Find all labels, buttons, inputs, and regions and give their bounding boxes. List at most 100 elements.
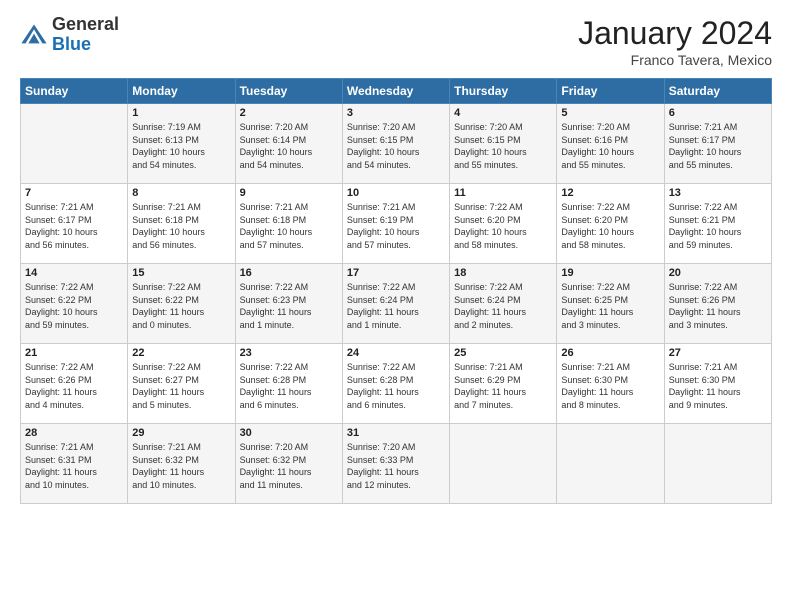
day-info: Sunrise: 7:21 AM Sunset: 6:17 PM Dayligh…: [25, 201, 123, 251]
calendar-cell: 27Sunrise: 7:21 AM Sunset: 6:30 PM Dayli…: [664, 344, 771, 424]
calendar-week-row: 21 Sunrise: 7:22 AM Sunset: 6:26 PM Dayli…: [21, 344, 772, 424]
day-info: Sunrise: 7:22 AM Sunset: 6:26 PM Dayligh…: [669, 281, 767, 331]
day-info: Sunrise: 7:20 AM Sunset: 6:14 PM Dayligh…: [240, 121, 338, 171]
day-number: 9: [240, 187, 338, 199]
day-number: 7: [25, 187, 123, 199]
day-info: Sunrise: 7:21 AM Sunset: 6:31 PM Dayligh…: [25, 441, 123, 491]
calendar-cell: 17 Sunrise: 7:22 AM Sunset: 6:24 PM Dayli…: [342, 264, 449, 344]
day-number: 31: [347, 427, 445, 439]
calendar-cell: 25Sunrise: 7:21 AM Sunset: 6:29 PM Dayli…: [450, 344, 557, 424]
day-info: Sunrise: 7:22 AM Sunset: 6:24 PM Dayligh…: [454, 281, 552, 331]
day-info: Sunrise: 7:20 AM Sunset: 6:33 PM Dayligh…: [347, 441, 445, 491]
calendar-cell: 11 Sunrise: 7:22 AM Sunset: 6:20 PM Dayli…: [450, 184, 557, 264]
day-info: Sunrise: 7:21 AM Sunset: 6:30 PM Dayligh…: [561, 361, 659, 411]
calendar-cell: 15 Sunrise: 7:22 AM Sunset: 6:22 PM Dayli…: [128, 264, 235, 344]
day-info: Sunrise: 7:22 AM Sunset: 6:20 PM Dayligh…: [561, 201, 659, 251]
logo-text: General Blue: [52, 15, 119, 55]
day-info: Sunrise: 7:22 AM Sunset: 6:28 PM Dayligh…: [240, 361, 338, 411]
day-number: 1: [132, 107, 230, 119]
calendar-cell: 12 Sunrise: 7:22 AM Sunset: 6:20 PM Dayli…: [557, 184, 664, 264]
day-info: Sunrise: 7:22 AM Sunset: 6:26 PM Dayligh…: [25, 361, 123, 411]
day-info: Sunrise: 7:21 AM Sunset: 6:18 PM Dayligh…: [132, 201, 230, 251]
day-info: Sunrise: 7:20 AM Sunset: 6:16 PM Dayligh…: [561, 121, 659, 171]
day-info: Sunrise: 7:21 AM Sunset: 6:19 PM Dayligh…: [347, 201, 445, 251]
calendar-cell: 31 Sunrise: 7:20 AM Sunset: 6:33 PM Dayli…: [342, 424, 449, 504]
calendar-cell: 21 Sunrise: 7:22 AM Sunset: 6:26 PM Dayli…: [21, 344, 128, 424]
header: General Blue January 2024 Franco Tavera,…: [20, 15, 772, 68]
logo-blue: Blue: [52, 34, 91, 54]
day-number: 22: [132, 347, 230, 359]
logo: General Blue: [20, 15, 119, 55]
day-number: 18: [454, 267, 552, 279]
calendar-week-row: 7 Sunrise: 7:21 AM Sunset: 6:17 PM Daylig…: [21, 184, 772, 264]
day-number: 29: [132, 427, 230, 439]
day-number: 5: [561, 107, 659, 119]
calendar-cell: 23 Sunrise: 7:22 AM Sunset: 6:28 PM Dayli…: [235, 344, 342, 424]
day-info: Sunrise: 7:21 AM Sunset: 6:32 PM Dayligh…: [132, 441, 230, 491]
calendar-week-row: 28 Sunrise: 7:21 AM Sunset: 6:31 PM Dayli…: [21, 424, 772, 504]
day-info: Sunrise: 7:20 AM Sunset: 6:32 PM Dayligh…: [240, 441, 338, 491]
day-info: Sunrise: 7:19 AM Sunset: 6:13 PM Dayligh…: [132, 121, 230, 171]
day-number: 4: [454, 107, 552, 119]
col-thursday: Thursday: [450, 79, 557, 104]
calendar-cell: 20Sunrise: 7:22 AM Sunset: 6:26 PM Dayli…: [664, 264, 771, 344]
day-info: Sunrise: 7:22 AM Sunset: 6:27 PM Dayligh…: [132, 361, 230, 411]
day-info: Sunrise: 7:21 AM Sunset: 6:17 PM Dayligh…: [669, 121, 767, 171]
page: General Blue January 2024 Franco Tavera,…: [0, 0, 792, 612]
day-number: 19: [561, 267, 659, 279]
title-block: January 2024 Franco Tavera, Mexico: [578, 15, 772, 68]
calendar-table: Sunday Monday Tuesday Wednesday Thursday…: [20, 78, 772, 504]
calendar-cell: [557, 424, 664, 504]
calendar-cell: 1 Sunrise: 7:19 AM Sunset: 6:13 PM Daylig…: [128, 104, 235, 184]
col-wednesday: Wednesday: [342, 79, 449, 104]
day-number: 2: [240, 107, 338, 119]
day-number: 15: [132, 267, 230, 279]
calendar-cell: [450, 424, 557, 504]
calendar-cell: 10 Sunrise: 7:21 AM Sunset: 6:19 PM Dayli…: [342, 184, 449, 264]
day-number: 27: [669, 347, 767, 359]
col-sunday: Sunday: [21, 79, 128, 104]
calendar-cell: 6 Sunrise: 7:21 AM Sunset: 6:17 PM Daylig…: [664, 104, 771, 184]
day-number: 12: [561, 187, 659, 199]
calendar-cell: [21, 104, 128, 184]
day-number: 23: [240, 347, 338, 359]
calendar-cell: 18 Sunrise: 7:22 AM Sunset: 6:24 PM Dayli…: [450, 264, 557, 344]
day-info: Sunrise: 7:22 AM Sunset: 6:20 PM Dayligh…: [454, 201, 552, 251]
day-number: 6: [669, 107, 767, 119]
day-number: 17: [347, 267, 445, 279]
day-number: 3: [347, 107, 445, 119]
day-number: 13: [669, 187, 767, 199]
day-info: Sunrise: 7:22 AM Sunset: 6:22 PM Dayligh…: [132, 281, 230, 331]
day-number: 28: [25, 427, 123, 439]
calendar-cell: 14Sunrise: 7:22 AM Sunset: 6:22 PM Dayli…: [21, 264, 128, 344]
calendar-cell: 4Sunrise: 7:20 AM Sunset: 6:15 PM Daylig…: [450, 104, 557, 184]
col-friday: Friday: [557, 79, 664, 104]
calendar-cell: 29 Sunrise: 7:21 AM Sunset: 6:32 PM Dayli…: [128, 424, 235, 504]
day-number: 16: [240, 267, 338, 279]
calendar-cell: 19Sunrise: 7:22 AM Sunset: 6:25 PM Dayli…: [557, 264, 664, 344]
calendar-cell: 22 Sunrise: 7:22 AM Sunset: 6:27 PM Dayli…: [128, 344, 235, 424]
calendar-cell: 26Sunrise: 7:21 AM Sunset: 6:30 PM Dayli…: [557, 344, 664, 424]
col-monday: Monday: [128, 79, 235, 104]
day-number: 30: [240, 427, 338, 439]
day-number: 8: [132, 187, 230, 199]
logo-general: General: [52, 14, 119, 34]
day-number: 21: [25, 347, 123, 359]
day-info: Sunrise: 7:22 AM Sunset: 6:23 PM Dayligh…: [240, 281, 338, 331]
calendar-cell: 8 Sunrise: 7:21 AM Sunset: 6:18 PM Daylig…: [128, 184, 235, 264]
day-info: Sunrise: 7:22 AM Sunset: 6:22 PM Dayligh…: [25, 281, 123, 331]
day-info: Sunrise: 7:20 AM Sunset: 6:15 PM Dayligh…: [347, 121, 445, 171]
location-title: Franco Tavera, Mexico: [578, 52, 772, 68]
calendar-cell: 3 Sunrise: 7:20 AM Sunset: 6:15 PM Daylig…: [342, 104, 449, 184]
day-number: 10: [347, 187, 445, 199]
day-info: Sunrise: 7:22 AM Sunset: 6:24 PM Dayligh…: [347, 281, 445, 331]
calendar-cell: 7 Sunrise: 7:21 AM Sunset: 6:17 PM Daylig…: [21, 184, 128, 264]
day-number: 11: [454, 187, 552, 199]
calendar-cell: [664, 424, 771, 504]
day-number: 25: [454, 347, 552, 359]
day-info: Sunrise: 7:21 AM Sunset: 6:18 PM Dayligh…: [240, 201, 338, 251]
day-info: Sunrise: 7:22 AM Sunset: 6:21 PM Dayligh…: [669, 201, 767, 251]
month-title: January 2024: [578, 15, 772, 52]
header-row: Sunday Monday Tuesday Wednesday Thursday…: [21, 79, 772, 104]
calendar-cell: 24Sunrise: 7:22 AM Sunset: 6:28 PM Dayli…: [342, 344, 449, 424]
